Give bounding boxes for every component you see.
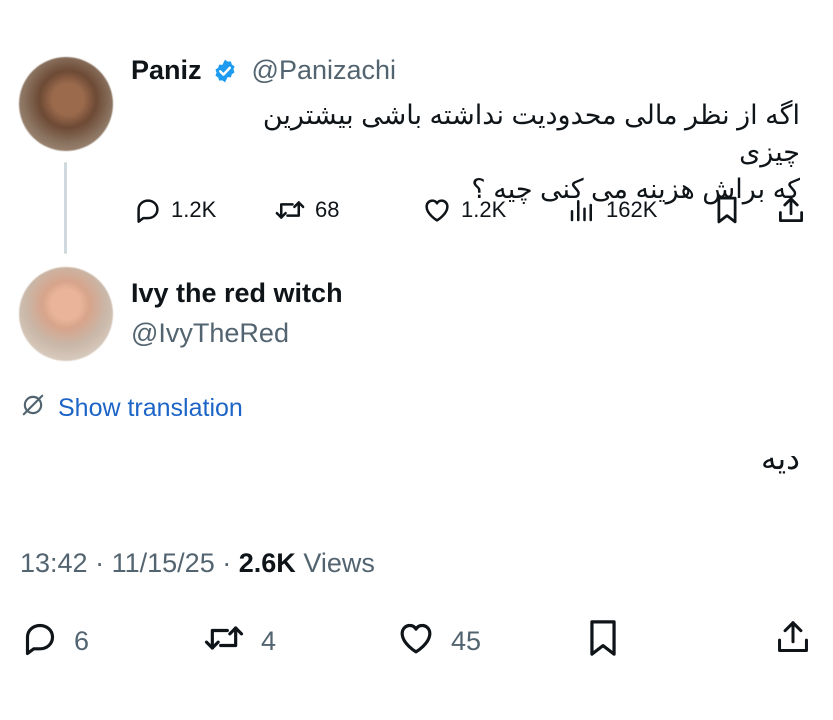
translate-icon — [20, 392, 46, 425]
separator: · — [222, 548, 232, 578]
display-name[interactable]: Ivy the red witch — [131, 278, 343, 309]
repost-icon — [273, 195, 307, 225]
reply-button[interactable]: 1.2K — [133, 195, 216, 225]
share-icon — [776, 194, 806, 226]
tweet-date[interactable]: 11/15/25 — [112, 548, 215, 578]
user-handle[interactable]: @IvyTheRed — [131, 318, 289, 349]
repost-button[interactable]: 68 — [273, 195, 339, 225]
show-translation-link[interactable]: Show translation — [20, 392, 243, 425]
like-button[interactable]: 45 — [395, 618, 481, 665]
reply-button[interactable]: 6 — [20, 618, 89, 665]
bookmark-button[interactable] — [586, 617, 620, 666]
views-count: 162K — [606, 197, 658, 222]
verified-badge-icon — [212, 58, 238, 84]
reply-count: 1.2K — [171, 197, 217, 222]
repost-button[interactable]: 4 — [201, 618, 276, 665]
like-count: 1.2K — [461, 197, 507, 222]
reply-icon — [133, 195, 163, 225]
bookmark-icon — [714, 195, 740, 225]
tweet-text-line: اگه از نظر مالی محدودیت نداشته باشی بیشت… — [262, 100, 800, 167]
repost-count: 4 — [261, 626, 277, 656]
avatar[interactable] — [19, 57, 113, 151]
bookmark-icon — [586, 617, 620, 666]
like-button[interactable]: 1.2K — [421, 195, 506, 225]
reply-icon — [20, 618, 60, 665]
bookmark-button[interactable] — [714, 195, 740, 225]
thread-connector-line — [64, 162, 67, 254]
tweet-text: دیه — [760, 441, 800, 476]
tweet-metadata: 13:42 · 11/15/25 · 2.6K Views — [20, 548, 375, 579]
separator: · — [95, 548, 105, 578]
heart-icon — [395, 618, 437, 665]
repost-count: 68 — [315, 197, 340, 222]
share-button[interactable] — [774, 616, 812, 665]
repost-icon — [201, 618, 247, 665]
show-translation-label: Show translation — [58, 394, 243, 422]
user-handle[interactable]: @Panizachi — [252, 55, 396, 86]
tweet-header: Paniz @Panizachi — [131, 55, 396, 86]
avatar[interactable] — [19, 267, 113, 361]
analytics-icon — [566, 195, 598, 225]
share-icon — [774, 616, 812, 665]
views-count: 2.6K — [238, 548, 296, 578]
like-count: 45 — [451, 626, 482, 656]
tweet-text: اگه از نظر مالی محدودیت نداشته باشی بیشت… — [240, 97, 800, 208]
views-button[interactable]: 162K — [566, 195, 657, 225]
heart-icon — [421, 195, 453, 225]
views-label: Views — [303, 548, 375, 578]
share-button[interactable] — [776, 194, 806, 226]
tweet-time[interactable]: 13:42 — [20, 548, 88, 578]
display-name[interactable]: Paniz — [131, 55, 202, 86]
reply-count: 6 — [74, 626, 90, 656]
